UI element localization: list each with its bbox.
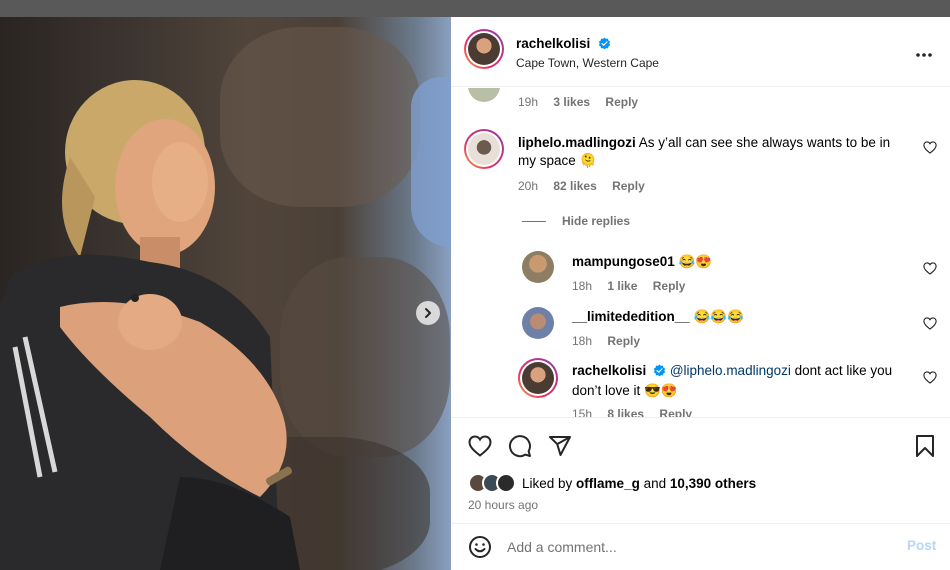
reply-button[interactable]: Reply bbox=[607, 334, 640, 348]
liked-by-others-link[interactable]: 10,390 others bbox=[670, 476, 756, 491]
reply-button[interactable]: Reply bbox=[653, 279, 686, 293]
comments-list[interactable]: 19h 3 likes Reply liphelo.madlingozi As … bbox=[451, 88, 950, 417]
comment-body: mampungose01 😂😍 bbox=[572, 253, 712, 271]
comment-meta: 15h 8 likes Reply bbox=[572, 407, 704, 417]
comment-body: __limitededition__ 😂😂😂 bbox=[572, 308, 744, 326]
add-comment-input[interactable] bbox=[507, 536, 887, 558]
comment-time: 20h bbox=[518, 179, 539, 193]
commenter-avatar[interactable] bbox=[518, 358, 558, 398]
reply-button[interactable]: Reply bbox=[659, 407, 692, 417]
comment-time: 18h bbox=[572, 334, 593, 348]
verified-badge-icon bbox=[653, 364, 666, 382]
comment-meta: 19h 3 likes Reply bbox=[518, 95, 650, 109]
like-comment-heart-icon[interactable] bbox=[923, 317, 937, 330]
post-location[interactable]: Cape Town, Western Cape bbox=[516, 56, 659, 70]
comment-text: dont act like you bbox=[790, 363, 893, 378]
comment-time: 19h bbox=[518, 95, 539, 109]
comment-time: 18h bbox=[572, 279, 593, 293]
comment-likes[interactable]: 1 like bbox=[607, 279, 637, 293]
like-comment-heart-icon[interactable] bbox=[923, 371, 937, 384]
comment-body: rachelkolisi @liphelo.madlingozi dont ac… bbox=[572, 362, 912, 400]
liked-by-summary: Liked by offlame_g and 10,390 others bbox=[522, 476, 756, 491]
hide-replies-label: Hide replies bbox=[562, 214, 631, 228]
next-slide-button[interactable] bbox=[416, 301, 440, 325]
post-actions: Liked by offlame_g and 10,390 others 20 … bbox=[451, 417, 950, 527]
comment-username[interactable]: liphelo.madlingozi bbox=[518, 135, 636, 150]
author-avatar[interactable] bbox=[464, 29, 504, 69]
comment-bubble-icon[interactable] bbox=[508, 434, 532, 458]
liked-by-user-link[interactable]: offlame_g bbox=[576, 476, 640, 491]
commenter-avatar[interactable] bbox=[522, 307, 554, 339]
comment-username[interactable]: mampungose01 bbox=[572, 254, 675, 269]
browser-top-strip bbox=[0, 0, 950, 17]
sky-patch bbox=[411, 77, 451, 247]
reply-button[interactable]: Reply bbox=[612, 179, 645, 193]
reply-button[interactable]: Reply bbox=[605, 95, 638, 109]
like-heart-icon[interactable] bbox=[468, 435, 492, 457]
verified-badge-icon bbox=[598, 37, 611, 55]
post-comment-button[interactable]: Post bbox=[907, 538, 936, 553]
more-options-button[interactable] bbox=[915, 45, 933, 63]
divider-line bbox=[522, 221, 546, 223]
comment-text: 😂😂😂 bbox=[693, 309, 744, 324]
liked-by-and: and bbox=[639, 476, 670, 491]
author-username[interactable]: rachelkolisi bbox=[516, 36, 590, 51]
post-photo bbox=[0, 17, 451, 570]
commenter-avatar[interactable] bbox=[464, 129, 504, 169]
comment-meta: 20h 82 likes Reply bbox=[518, 179, 657, 193]
like-comment-heart-icon[interactable] bbox=[923, 262, 937, 275]
comment-likes[interactable]: 3 likes bbox=[553, 95, 590, 109]
liked-by-avatars bbox=[468, 473, 518, 495]
post-side-panel: rachelkolisi Cape Town, Western Cape 19h… bbox=[451, 17, 950, 570]
liked-by-prefix: Liked by bbox=[522, 476, 577, 491]
commenter-avatar[interactable] bbox=[522, 251, 554, 283]
comment-time: 15h bbox=[572, 407, 593, 417]
post-header: rachelkolisi Cape Town, Western Cape bbox=[451, 17, 950, 87]
emoji-picker-icon[interactable] bbox=[468, 535, 492, 559]
save-bookmark-icon[interactable] bbox=[915, 434, 935, 458]
comment-username[interactable]: rachelkolisi bbox=[572, 363, 646, 378]
comment-likes[interactable]: 82 likes bbox=[553, 179, 596, 193]
person-figure bbox=[0, 80, 300, 570]
comment-meta: 18h Reply bbox=[572, 334, 652, 348]
commenter-avatar[interactable] bbox=[468, 88, 500, 102]
more-horizontal-icon bbox=[916, 53, 932, 57]
avatar bbox=[496, 473, 516, 493]
mention-link[interactable]: @liphelo.madlingozi bbox=[670, 363, 791, 378]
post-timestamp[interactable]: 20 hours ago bbox=[468, 498, 538, 512]
like-comment-heart-icon[interactable] bbox=[923, 141, 937, 154]
chevron-right-icon bbox=[425, 308, 431, 318]
comment-composer: Post bbox=[451, 523, 950, 570]
comment-text: 😂😍 bbox=[678, 254, 713, 269]
comment-meta: 18h 1 like Reply bbox=[572, 279, 697, 293]
comment-text: don’t love it 😎😍 bbox=[572, 383, 678, 398]
hide-replies-button[interactable]: Hide replies bbox=[522, 214, 630, 228]
comment-likes[interactable]: 8 likes bbox=[607, 407, 644, 417]
comment-body: liphelo.madlingozi As y’all can see she … bbox=[518, 134, 898, 170]
comment-username[interactable]: __limitededition__ bbox=[572, 309, 690, 324]
share-send-icon[interactable] bbox=[548, 434, 572, 458]
